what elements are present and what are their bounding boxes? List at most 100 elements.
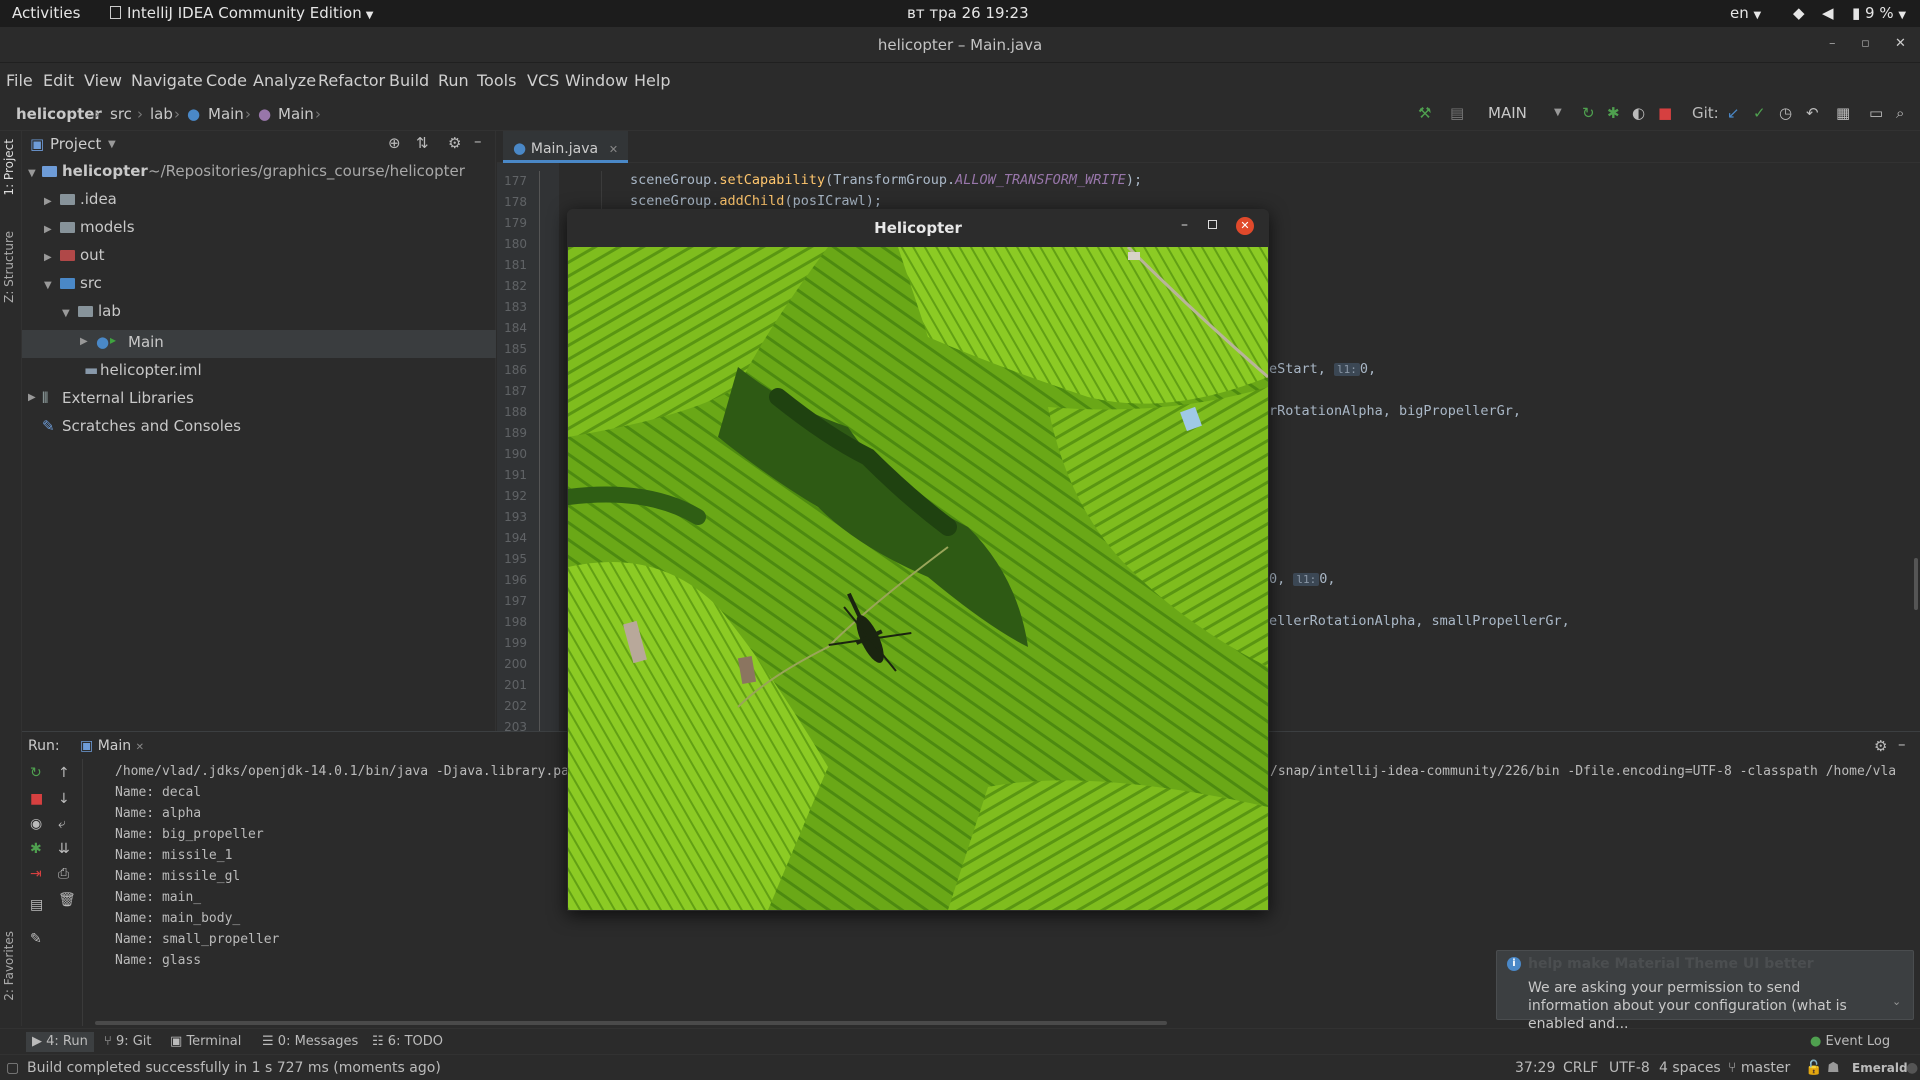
menu-file[interactable]: File	[6, 71, 33, 90]
close-icon[interactable]: ✕	[1895, 36, 1906, 51]
indent-setting[interactable]: 4 spaces	[1659, 1060, 1721, 1076]
app-menu[interactable]: IntelliJ IDEA Community Edition ▼	[110, 4, 373, 22]
search-icon[interactable]: ⌕	[1896, 104, 1904, 122]
pin-icon[interactable]: ✎	[30, 931, 42, 947]
status-toggle-icon[interactable]: ▢	[6, 1060, 19, 1076]
git-history-icon[interactable]: ◷	[1779, 104, 1792, 122]
breadcrumb-method[interactable]: Main	[278, 105, 314, 123]
build-hammer-icon[interactable]: ⚒	[1418, 104, 1431, 122]
close-icon[interactable]: ✕	[1236, 217, 1254, 235]
menu-code[interactable]: Code	[206, 71, 247, 90]
git-commit-icon[interactable]: ✓	[1753, 104, 1766, 122]
tab-structure[interactable]: Z: Structure	[2, 231, 16, 303]
stop-icon[interactable]: ■	[30, 791, 43, 807]
trash-icon[interactable]: 🗑	[58, 892, 76, 908]
notification-balloon[interactable]: i help make Material Theme UI better We …	[1496, 950, 1914, 1032]
tab-favorites[interactable]: 2: Favorites	[2, 931, 16, 1001]
caret-position[interactable]: 37:29	[1515, 1060, 1555, 1076]
stop-icon[interactable]: ■	[1658, 104, 1672, 122]
menu-window[interactable]: Window	[565, 71, 628, 90]
minimize-icon[interactable]: –	[1829, 36, 1836, 51]
layout-icon[interactable]: ▤	[30, 897, 43, 913]
menu-tools[interactable]: Tools	[477, 71, 516, 90]
arrow-down-icon[interactable]: ↓	[58, 791, 70, 807]
horizontal-scrollbar[interactable]	[95, 1021, 1167, 1025]
tool-tab-run[interactable]: ▶ 4: Run	[26, 1032, 94, 1052]
debug-icon[interactable]: ✱	[30, 841, 42, 857]
menu-view[interactable]: View	[84, 71, 122, 90]
menu-navigate[interactable]: Navigate	[131, 71, 203, 90]
line-separator[interactable]: CRLF	[1563, 1060, 1598, 1076]
rendered-3d-scene[interactable]	[568, 247, 1268, 910]
layout-icon[interactable]: ▭	[1869, 104, 1883, 122]
menu-edit[interactable]: Edit	[43, 71, 74, 90]
menu-build[interactable]: Build	[389, 71, 429, 90]
menu-refactor[interactable]: Refactor	[318, 71, 385, 90]
menu-help[interactable]: Help	[634, 71, 670, 90]
rerun-icon[interactable]: ↻	[30, 765, 42, 781]
wifi-icon[interactable]: ◆	[1793, 4, 1805, 22]
print-icon[interactable]: ⎙	[58, 866, 69, 882]
caret-down-icon[interactable]: ▼	[1554, 107, 1562, 118]
editor-scrollbar[interactable]	[1914, 558, 1918, 610]
status-message[interactable]: Build completed successfully in 1 s 727 …	[27, 1060, 441, 1076]
line-number: 195	[504, 552, 527, 566]
run-tab-main[interactable]: ▣ Main ✕	[80, 738, 144, 754]
editor-tab-main[interactable]: ● Main.java ✕	[503, 131, 629, 163]
volume-icon[interactable]: ◀	[1822, 4, 1834, 22]
memory-icon[interactable]: ●	[1906, 1060, 1918, 1076]
menu-analyze[interactable]: Analyze	[253, 71, 316, 90]
caret-down-icon[interactable]: ▼	[108, 139, 116, 150]
clock[interactable]: вт тра 26 19:23	[907, 4, 1029, 22]
gear-icon[interactable]: ⚙	[1874, 737, 1887, 755]
scroll-to-end-icon[interactable]: ⇊	[58, 841, 70, 857]
debug-icon[interactable]: ✱	[1607, 104, 1620, 122]
gear-icon[interactable]: ⚙	[448, 134, 461, 152]
breadcrumb-lab[interactable]: lab	[150, 105, 173, 123]
hide-panel-icon[interactable]: –	[1898, 735, 1906, 753]
restore-icon[interactable]: ▫	[1861, 36, 1870, 51]
git-update-icon[interactable]: ↙	[1727, 104, 1740, 122]
menu-vcs[interactable]: VCS	[527, 71, 559, 90]
exit-icon[interactable]: ⇥	[30, 866, 42, 882]
minimize-icon[interactable]: –	[1181, 217, 1188, 233]
project-structure-icon[interactable]: ▦	[1836, 104, 1850, 122]
event-log-button[interactable]: ● Event Log	[1810, 1034, 1890, 1049]
git-branch[interactable]: ⑂ master	[1728, 1060, 1790, 1076]
collapse-all-icon[interactable]: ⇅	[416, 134, 429, 152]
tree-label: lab	[98, 302, 121, 320]
chevron-down-icon[interactable]: ⌄	[1892, 995, 1901, 1008]
battery-indicator[interactable]: ▮ 9 % ▼	[1852, 4, 1906, 22]
inspector-icon[interactable]: ☗	[1827, 1060, 1840, 1076]
project-view-select[interactable]: Project	[50, 135, 101, 153]
breadcrumb-class[interactable]: Main	[208, 105, 244, 123]
close-tab-icon[interactable]: ✕	[136, 742, 144, 753]
tool-tab-messages[interactable]: ☰ 0: Messages	[262, 1034, 358, 1049]
tab-project[interactable]: 1: Project	[2, 139, 16, 196]
tool-tab-git[interactable]: ⑂ 9: Git	[104, 1034, 152, 1049]
theme-indicator[interactable]: Emerald	[1852, 1061, 1908, 1075]
arrow-up-icon[interactable]: ↑	[58, 765, 70, 781]
close-tab-icon[interactable]: ✕	[609, 143, 618, 156]
tree-item-main-selected[interactable]: ▶ ● ▸ Main	[22, 330, 496, 358]
file-encoding[interactable]: UTF-8	[1609, 1060, 1650, 1076]
maximize-icon[interactable]	[1208, 220, 1217, 229]
run-config-select[interactable]: MAIN	[1488, 104, 1527, 122]
breadcrumb-project[interactable]: helicopter	[16, 105, 102, 123]
lock-icon[interactable]: 🔓	[1805, 1060, 1822, 1076]
helicopter-window-title-bar[interactable]: Helicopter – ✕	[567, 209, 1269, 247]
camera-icon[interactable]: ◉	[30, 816, 42, 832]
git-rollback-icon[interactable]: ↶	[1806, 104, 1819, 122]
coverage-icon[interactable]: ◐	[1632, 104, 1645, 122]
helicopter-window[interactable]: Helicopter – ✕	[567, 209, 1269, 911]
hide-panel-icon[interactable]: –	[474, 132, 482, 150]
soft-wrap-icon[interactable]: ⤶	[58, 816, 66, 832]
breadcrumb-src[interactable]: src	[110, 105, 132, 123]
menu-run[interactable]: Run	[438, 71, 469, 90]
language-indicator[interactable]: en ▼	[1730, 4, 1761, 22]
locate-icon[interactable]: ⊕	[388, 134, 401, 152]
rerun-icon[interactable]: ↻	[1582, 104, 1595, 122]
activities-button[interactable]: Activities	[12, 4, 80, 22]
tool-tab-todo[interactable]: ☷ 6: TODO	[372, 1034, 443, 1049]
tool-tab-terminal[interactable]: ▣ Terminal	[170, 1034, 241, 1049]
